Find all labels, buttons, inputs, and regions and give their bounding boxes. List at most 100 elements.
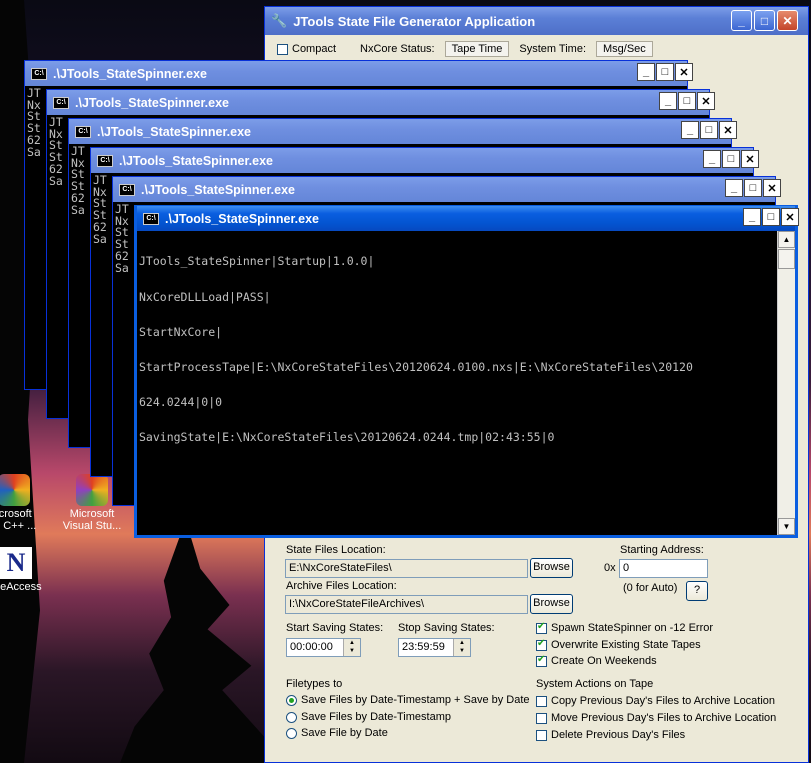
radio-button[interactable] xyxy=(286,694,297,706)
copy-prev-option[interactable]: Copy Previous Day's Files to Archive Loc… xyxy=(536,695,775,707)
desktop-icon-label: al C++ ... xyxy=(0,520,37,532)
maximize-button[interactable]: □ xyxy=(722,150,740,168)
radio-button[interactable] xyxy=(286,711,297,723)
desktop-icon-coreaccess[interactable]: N oreAccess xyxy=(0,547,52,593)
overwrite-checkbox[interactable] xyxy=(536,638,547,651)
close-button[interactable]: ✕ xyxy=(763,179,781,197)
copy-prev-label: Copy Previous Day's Files to Archive Loc… xyxy=(551,695,776,707)
console-scrollbar[interactable]: ▲ ▼ xyxy=(777,231,795,535)
console-title-bar[interactable]: C:\ .\JTools_StateSpinner.exe xyxy=(137,206,795,231)
close-button[interactable]: ✕ xyxy=(719,121,737,139)
console-window-active[interactable]: C:\ .\JTools_StateSpinner.exe _ □ ✕ JTools_… xyxy=(134,205,799,538)
scroll-down-arrow-icon[interactable]: ▼ xyxy=(778,518,795,535)
console-line: StartProcessTape|E:\NxCoreStateFiles\201… xyxy=(139,359,693,374)
status-toolbar: Compact NxCore Status: Tape Time System … xyxy=(277,40,800,58)
minimize-button[interactable]: _ xyxy=(725,179,743,197)
starting-address-input[interactable]: 0 xyxy=(619,559,708,578)
browse-archive-files-button[interactable]: Browse xyxy=(530,594,573,614)
minimize-button[interactable]: _ xyxy=(703,150,721,168)
stop-saving-label: Stop Saving States: xyxy=(398,622,495,634)
visual-cpp-icon xyxy=(0,474,30,506)
console-title-bar[interactable]: C:\ .\JTools_StateSpinner.exe xyxy=(91,148,753,173)
console-output: JTools_StateSpinner|Startup|1.0.0| NxCor… xyxy=(137,231,778,535)
move-prev-checkbox[interactable] xyxy=(536,712,547,724)
minimize-button[interactable]: _ xyxy=(659,92,677,110)
maximize-button[interactable]: □ xyxy=(744,179,762,197)
console-title: .\JTools_StateSpinner.exe xyxy=(165,211,319,226)
close-button[interactable]: ✕ xyxy=(741,150,759,168)
maximize-button[interactable]: □ xyxy=(762,208,780,226)
tape-time-button[interactable]: Tape Time xyxy=(444,41,510,57)
overwrite-option[interactable]: Overwrite Existing State Tapes xyxy=(536,638,701,651)
stop-saving-spinner[interactable]: 23:59:59 ▲ ▼ xyxy=(398,638,471,657)
state-files-field[interactable]: E:\NxCoreStateFiles\ xyxy=(285,559,528,578)
desktop-icon-label: icrosoft xyxy=(0,508,32,520)
starting-address-label: Starting Address: xyxy=(620,544,704,556)
close-button[interactable]: ✕ xyxy=(781,208,799,226)
visual-studio-icon xyxy=(76,474,108,506)
console-title: .\JTools_StateSpinner.exe xyxy=(53,66,207,81)
spinner-arrows-icon[interactable]: ▲ ▼ xyxy=(453,639,470,656)
minimize-button[interactable]: _ xyxy=(743,208,761,226)
close-button[interactable]: ✕ xyxy=(675,63,693,81)
radio-label: Save Files by Date-Timestamp xyxy=(301,711,451,723)
spawn-label: Spawn StateSpinner on -12 Error xyxy=(551,622,714,634)
tree-silhouette-right xyxy=(120,520,266,763)
radio-label: Save File by Date xyxy=(301,727,388,739)
spawn-option[interactable]: Spawn StateSpinner on -12 Error xyxy=(536,621,714,634)
stop-saving-value: 23:59:59 xyxy=(402,641,445,653)
weekends-checkbox[interactable] xyxy=(536,654,547,667)
minimize-button[interactable]: _ xyxy=(731,10,752,31)
weekends-option[interactable]: Create On Weekends xyxy=(536,654,657,667)
delete-prev-checkbox[interactable] xyxy=(536,729,547,741)
radio-label: Save Files by Date-Timestamp + Save by D… xyxy=(301,694,530,706)
nxcore-status-label: NxCore Status: xyxy=(360,43,435,55)
scroll-up-arrow-icon[interactable]: ▲ xyxy=(778,231,795,248)
system-time-label: System Time: xyxy=(519,43,586,55)
close-button[interactable]: ✕ xyxy=(777,10,798,31)
desktop-icon-visual-cpp[interactable]: icrosoft al C++ ... xyxy=(0,474,50,532)
maximize-button[interactable]: □ xyxy=(656,63,674,81)
help-button[interactable]: ? xyxy=(686,581,708,601)
delete-prev-label: Delete Previous Day's Files xyxy=(551,729,686,741)
close-button[interactable]: ✕ xyxy=(697,92,715,110)
scroll-thumb[interactable] xyxy=(778,249,795,269)
radio-option-1[interactable]: Save Files by Date-Timestamp + Save by D… xyxy=(286,694,530,706)
copy-prev-checkbox[interactable] xyxy=(536,695,547,707)
app-title-bar[interactable]: 🔧 JTools State File Generator Applicatio… xyxy=(265,7,808,35)
console-line: JTools_StateSpinner|Startup|1.0.0| xyxy=(139,254,375,269)
console-title-bar[interactable]: C:\ .\JTools_StateSpinner.exe xyxy=(47,90,709,115)
console-line: NxCoreDLLLoad|PASS| xyxy=(139,289,271,304)
compact-checkbox[interactable] xyxy=(277,43,288,55)
radio-button[interactable] xyxy=(286,727,297,739)
maximize-button[interactable]: □ xyxy=(678,92,696,110)
cmd-icon: C:\ xyxy=(143,212,159,225)
minimize-button[interactable]: _ xyxy=(637,63,655,81)
archive-files-field[interactable]: I:\NxCoreStateFileArchives\ xyxy=(285,595,528,614)
console-title-bar[interactable]: C:\ .\JTools_StateSpinner.exe xyxy=(25,61,687,86)
delete-prev-option[interactable]: Delete Previous Day's Files xyxy=(536,729,685,741)
start-saving-value: 00:00:00 xyxy=(290,641,333,653)
browse-state-files-button[interactable]: Browse xyxy=(530,558,573,578)
maximize-button[interactable]: □ xyxy=(700,121,718,139)
maximize-button[interactable]: □ xyxy=(754,10,775,31)
spinner-arrows-icon[interactable]: ▲ ▼ xyxy=(343,639,360,656)
nxcore-n-icon: N xyxy=(0,547,32,579)
start-saving-spinner[interactable]: 00:00:00 ▲ ▼ xyxy=(286,638,361,657)
archive-files-label: Archive Files Location: xyxy=(286,580,397,592)
console-title-bar[interactable]: C:\ .\JTools_StateSpinner.exe xyxy=(113,177,775,202)
settings-form: State Files Location: E:\NxCoreStateFile… xyxy=(265,538,809,763)
radio-option-3[interactable]: Save File by Date xyxy=(286,727,388,739)
compact-option[interactable]: Compact xyxy=(277,43,336,55)
minimize-button[interactable]: _ xyxy=(681,121,699,139)
weekends-label: Create On Weekends xyxy=(551,655,657,667)
console-title: .\JTools_StateSpinner.exe xyxy=(97,124,251,139)
console-title: .\JTools_StateSpinner.exe xyxy=(75,95,229,110)
radio-option-2[interactable]: Save Files by Date-Timestamp xyxy=(286,711,451,723)
msg-sec-button[interactable]: Msg/Sec xyxy=(596,41,653,57)
console-title-bar[interactable]: C:\ .\JTools_StateSpinner.exe xyxy=(69,119,731,144)
console-line: SavingState|E:\NxCoreStateFiles\20120624… xyxy=(139,429,555,444)
spawn-checkbox[interactable] xyxy=(536,621,547,634)
move-prev-option[interactable]: Move Previous Day's Files to Archive Loc… xyxy=(536,712,776,724)
desktop-icon-label: Visual Stu... xyxy=(62,520,122,532)
